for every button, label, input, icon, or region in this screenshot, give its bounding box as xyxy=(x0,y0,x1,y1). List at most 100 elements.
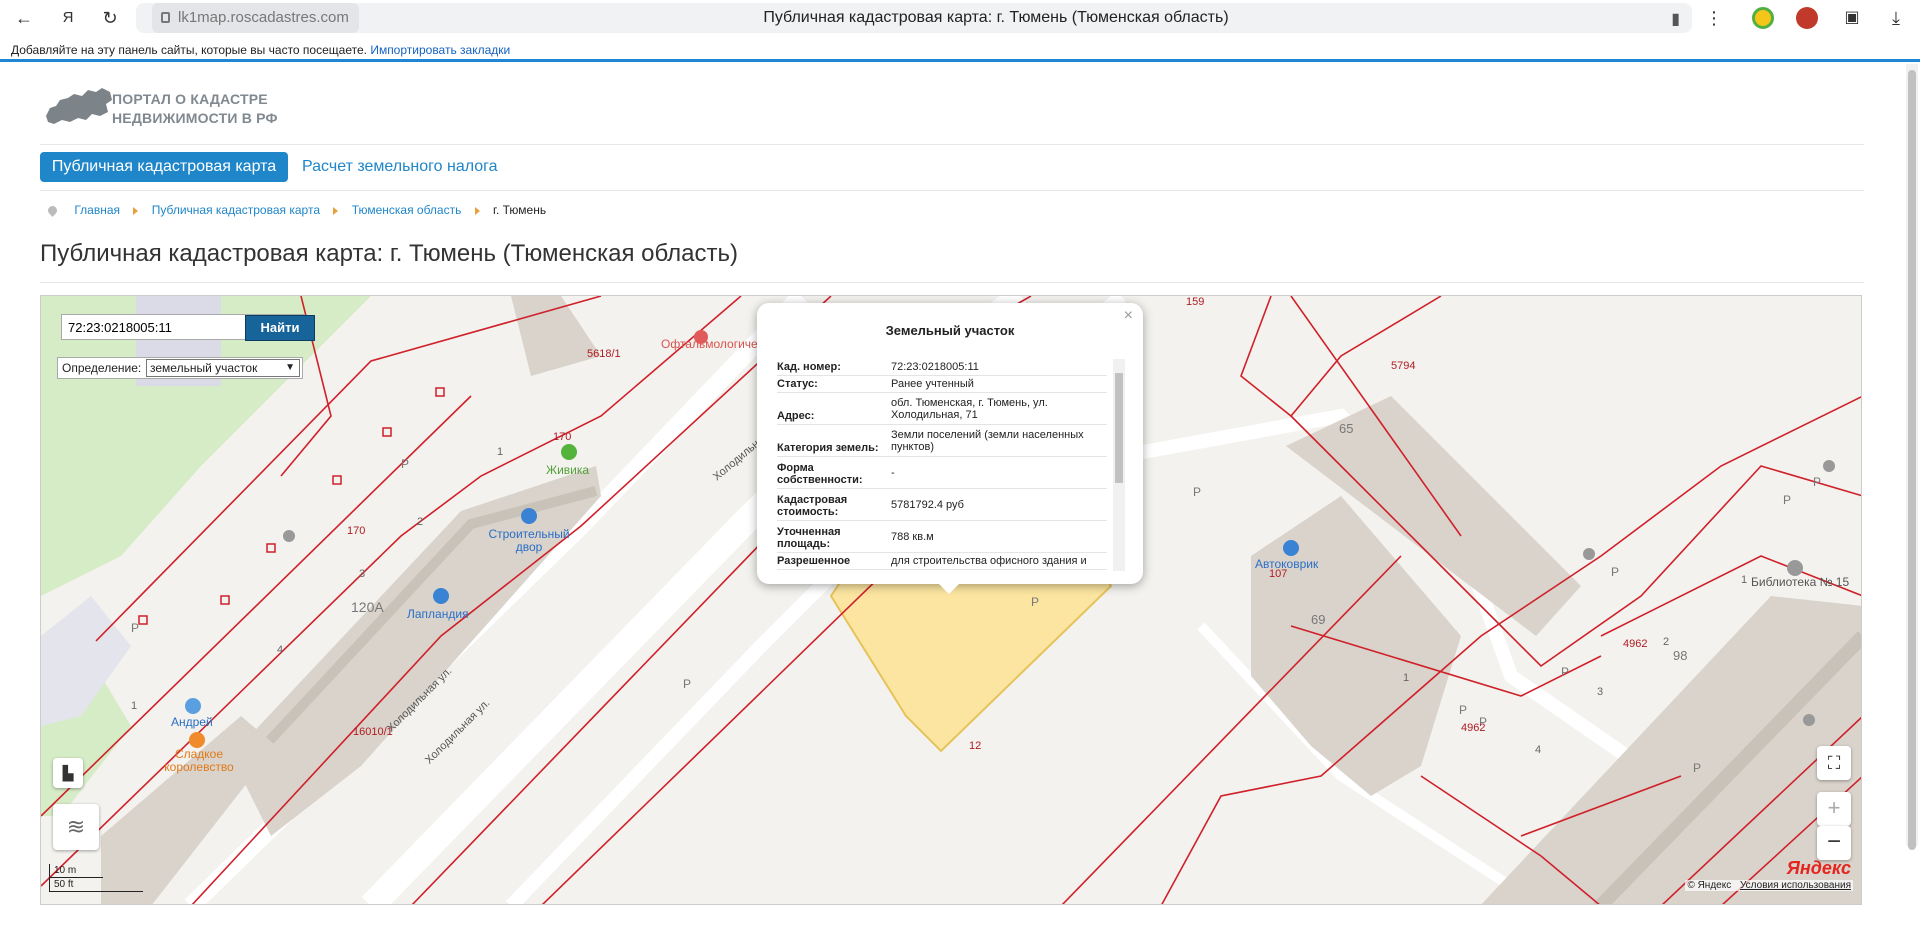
row-value: 788 кв.м xyxy=(891,530,934,543)
svg-text:P: P xyxy=(683,677,691,691)
shop-icon[interactable] xyxy=(521,508,537,524)
popup-row: Кадастровая стоимость: 5781792.4 руб xyxy=(777,489,1107,521)
svg-text:P: P xyxy=(131,621,139,635)
poi-stroy[interactable]: Строительный двор xyxy=(481,528,577,554)
breadcrumb-region[interactable]: Тюменская область xyxy=(352,203,462,217)
popup-row: Форма собственности: - xyxy=(777,457,1107,489)
bookmark-icon[interactable]: ▮ xyxy=(1671,9,1680,29)
breadcrumb-home[interactable]: Главная xyxy=(74,203,120,217)
popup-table: Кад. номер: 72:23:0218005:11 Статус: Ранее… xyxy=(777,359,1107,571)
avatar-extension-icon[interactable] xyxy=(1796,7,1818,29)
copyright-text: © Яндекс xyxy=(1687,880,1732,891)
hospital-icon[interactable] xyxy=(694,330,708,344)
svg-text:P: P xyxy=(1611,565,1619,579)
row-value: Ранее учтенный xyxy=(891,378,974,390)
row-value: Земли поселений (земли населенных пункто… xyxy=(891,428,1084,453)
url-host-chip[interactable]: lk1map.roscadastres.com xyxy=(152,3,359,33)
back-arrow-icon[interactable]: ← xyxy=(12,6,36,30)
fullscreen-button[interactable]: ⛶ xyxy=(1817,746,1851,780)
house-number: 3 xyxy=(359,568,366,580)
bookmarks-bar: Добавляйте на эту панель сайты, которые … xyxy=(0,38,1920,62)
popup-scrollbar[interactable] xyxy=(1113,359,1125,571)
tab-cadastral-map[interactable]: Публичная кадастровая карта xyxy=(40,152,288,182)
house-number: 4 xyxy=(277,644,284,656)
poi-laplandia[interactable]: Лапландия xyxy=(407,608,469,621)
scale-imperial: 50 ft xyxy=(49,878,143,892)
svg-text:P: P xyxy=(1459,703,1467,717)
import-bookmarks-link[interactable]: Импортировать закладки xyxy=(370,43,510,57)
popup-title: Земельный участок xyxy=(885,323,1015,338)
ruler-icon: ▙ xyxy=(62,765,74,781)
cafe-icon[interactable] xyxy=(189,732,205,748)
building-number: 120А xyxy=(351,599,384,615)
car-icon[interactable] xyxy=(1283,540,1299,556)
poi-biblioteka[interactable]: Библиотека № 15 xyxy=(1751,576,1849,589)
address-bar[interactable]: lk1map.roscadastres.com Публичная кадаст… xyxy=(136,3,1692,33)
zoom-in-button[interactable]: + xyxy=(1817,792,1851,826)
minus-icon: − xyxy=(1826,828,1841,855)
popup-row: Категория земель: Земли поселений (земли … xyxy=(777,425,1107,457)
popup-row: Кад. номер: 72:23:0218005:11 xyxy=(777,359,1107,376)
definition-selector: Определение: земельный участок ▼ xyxy=(57,357,303,379)
scrollbar-thumb[interactable] xyxy=(1115,373,1123,483)
chevron-down-icon: ▼ xyxy=(285,362,295,373)
parcel-label: 170 xyxy=(347,525,366,537)
svg-text:P: P xyxy=(1193,485,1201,499)
breadcrumb-cadastral-map[interactable]: Публичная кадастровая карта xyxy=(152,203,320,217)
url-host-text: lk1map.roscadastres.com xyxy=(178,9,349,26)
library-icon[interactable] xyxy=(1787,560,1803,576)
yandex-logo-text: Яндекс xyxy=(1786,858,1851,878)
site-logo-text[interactable]: ПОРТАЛ О КАДАСТРЕ НЕДВИЖИМОСТИ В РФ xyxy=(112,90,278,128)
building-number: 98 xyxy=(1673,648,1688,663)
poi-andrey[interactable]: Андрей xyxy=(171,716,213,729)
crumb-arrow-icon xyxy=(333,206,339,215)
poi-zhivika[interactable]: Живика xyxy=(546,464,589,477)
popup-row: Адрес: обл. Тюменская, г. Тюмень, ул. Хол… xyxy=(777,393,1107,425)
shop-icon[interactable] xyxy=(433,588,449,604)
poi-sladkoe[interactable]: Сладкое королевство xyxy=(153,748,245,774)
page-title: Публичная кадастровая карта: г. Тюмень (… xyxy=(40,240,738,267)
reload-icon[interactable]: ↻ xyxy=(98,6,122,30)
divider xyxy=(40,282,1864,283)
scale-bar: 10 m 50 ft xyxy=(49,864,143,892)
ruler-button[interactable]: ▙ xyxy=(53,758,83,788)
menu-dots-icon[interactable]: ⋮ xyxy=(1702,6,1726,30)
collections-icon[interactable]: ▣ xyxy=(1840,6,1864,30)
house-number: 2 xyxy=(1663,636,1670,648)
lock-icon xyxy=(161,12,170,23)
browser-toolbar: ← Я ↻ lk1map.roscadastres.com Публичная … xyxy=(0,0,1920,36)
pharmacy-icon[interactable] xyxy=(561,444,577,460)
row-value: для строительства офисного здания и xyxy=(891,555,1087,567)
popup-row: Разрешенное для строительства офисного зд… xyxy=(777,553,1107,570)
extension-icon[interactable] xyxy=(1752,7,1774,29)
plus-icon: + xyxy=(1827,795,1841,820)
page-scrollbar-thumb[interactable] xyxy=(1908,70,1916,850)
row-key: Категория земель: xyxy=(777,442,879,454)
tab-land-tax[interactable]: Расчет земельного налога xyxy=(302,152,498,182)
person-icon[interactable] xyxy=(185,698,201,714)
yandex-browser-icon[interactable]: Я xyxy=(56,6,80,30)
search-button[interactable]: Найти xyxy=(245,315,315,341)
crumb-arrow-icon xyxy=(474,206,480,215)
parcel-label: 5794 xyxy=(1391,360,1416,372)
svg-text:P: P xyxy=(1783,493,1791,507)
house-number: 2 xyxy=(417,516,424,528)
terms-link[interactable]: Условия использования xyxy=(1740,880,1851,891)
yandex-logo[interactable]: Яндекс xyxy=(1787,858,1851,879)
logo-line2: НЕДВИЖИМОСТИ В РФ xyxy=(112,110,278,126)
breadcrumb-current: г. Тюмень xyxy=(493,203,547,217)
zoom-out-button[interactable]: − xyxy=(1817,826,1851,860)
cadastral-map[interactable]: PPP PPP PPP PPP 5618/1 5794 159 65 69 98… xyxy=(40,295,1862,905)
row-value: обл. Тюменская, г. Тюмень, ул. Холодильн… xyxy=(891,396,1048,421)
row-value: 72:23:0218005:11 xyxy=(891,361,979,373)
map-copyright: © Яндекс Условия использования xyxy=(1685,880,1853,891)
download-icon[interactable]: ⤓ xyxy=(1884,6,1908,30)
house-number: 1 xyxy=(497,446,504,458)
definition-select[interactable]: земельный участок ▼ xyxy=(146,359,300,377)
layers-button[interactable]: ≋ xyxy=(53,804,99,850)
page-scrollbar[interactable] xyxy=(1906,64,1918,850)
parcel-label: 12 xyxy=(969,740,982,752)
poi-avtokovrik[interactable]: Автоковрик xyxy=(1255,558,1318,571)
russia-map-logo-icon[interactable] xyxy=(44,86,114,130)
divider xyxy=(40,190,1864,191)
